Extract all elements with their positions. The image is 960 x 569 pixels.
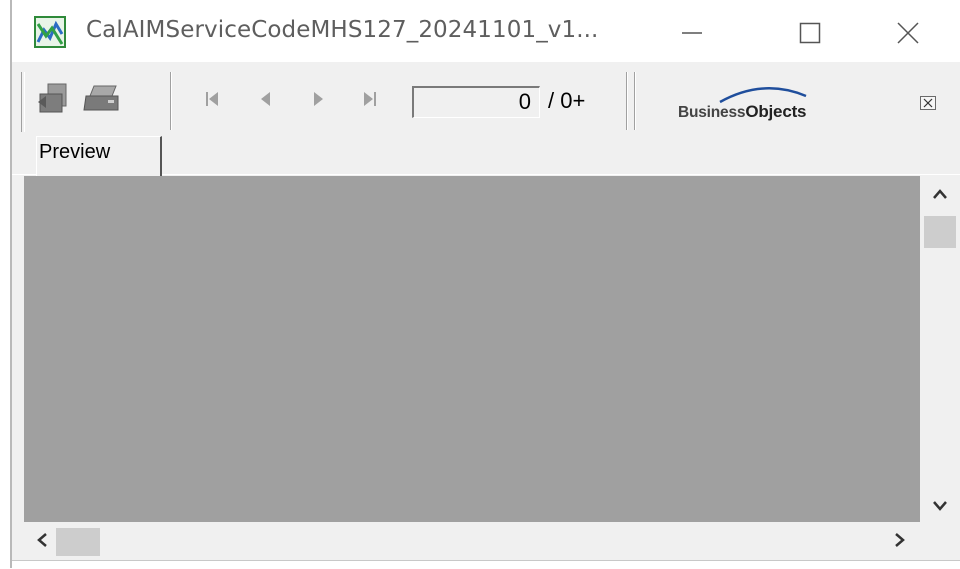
scrollbar-corner xyxy=(920,522,960,558)
maximize-button[interactable] xyxy=(780,10,840,56)
toolbar-separator xyxy=(170,72,171,130)
window-title: CalAIMServiceCodeMHS127_20241101_v1... xyxy=(86,17,599,43)
close-button[interactable] xyxy=(878,10,938,56)
logo-objects-text: Objects xyxy=(745,102,807,121)
window-left-edge xyxy=(0,0,12,568)
minimize-icon xyxy=(682,32,702,34)
close-icon xyxy=(897,22,919,44)
toolbar-grip[interactable] xyxy=(21,72,25,132)
export-icon[interactable] xyxy=(36,82,72,116)
next-page-icon[interactable] xyxy=(312,90,326,108)
close-view-button[interactable] xyxy=(920,96,936,110)
last-page-icon[interactable] xyxy=(362,90,378,108)
page-total-label: / 0+ xyxy=(548,88,586,113)
toolbar-separator xyxy=(634,72,635,130)
businessobjects-logo: BusinessObjects xyxy=(678,84,874,128)
maximize-icon xyxy=(799,22,821,44)
current-page-field[interactable]: 0 xyxy=(412,86,540,118)
tab-preview-label: Preview xyxy=(39,141,111,163)
vertical-scrollbar[interactable] xyxy=(920,176,960,522)
vertical-scroll-thumb[interactable] xyxy=(924,216,956,248)
title-bar[interactable]: CalAIMServiceCodeMHS127_20241101_v1... xyxy=(12,0,960,62)
report-viewer-window: CalAIMServiceCodeMHS127_20241101_v1... 0… xyxy=(12,0,960,569)
scroll-down-icon[interactable] xyxy=(932,500,948,512)
scroll-left-icon[interactable] xyxy=(36,532,48,548)
scroll-up-icon[interactable] xyxy=(932,188,948,200)
first-page-icon[interactable] xyxy=(204,90,220,108)
app-icon xyxy=(34,16,66,48)
previous-page-icon[interactable] xyxy=(258,90,272,108)
report-preview-area[interactable] xyxy=(24,176,920,522)
toolbar: 0 / 0+ BusinessObjects xyxy=(12,62,960,136)
close-icon xyxy=(923,98,933,108)
print-icon[interactable] xyxy=(82,84,122,114)
tab-preview[interactable]: Preview xyxy=(36,136,162,176)
minimize-button[interactable] xyxy=(662,10,722,56)
horizontal-scrollbar[interactable] xyxy=(24,522,920,558)
toolbar-separator xyxy=(626,72,627,130)
scroll-right-icon[interactable] xyxy=(894,532,906,548)
logo-swoosh-icon xyxy=(719,87,807,104)
horizontal-scroll-thumb[interactable] xyxy=(56,528,100,556)
logo-business-text: Business xyxy=(678,104,746,121)
